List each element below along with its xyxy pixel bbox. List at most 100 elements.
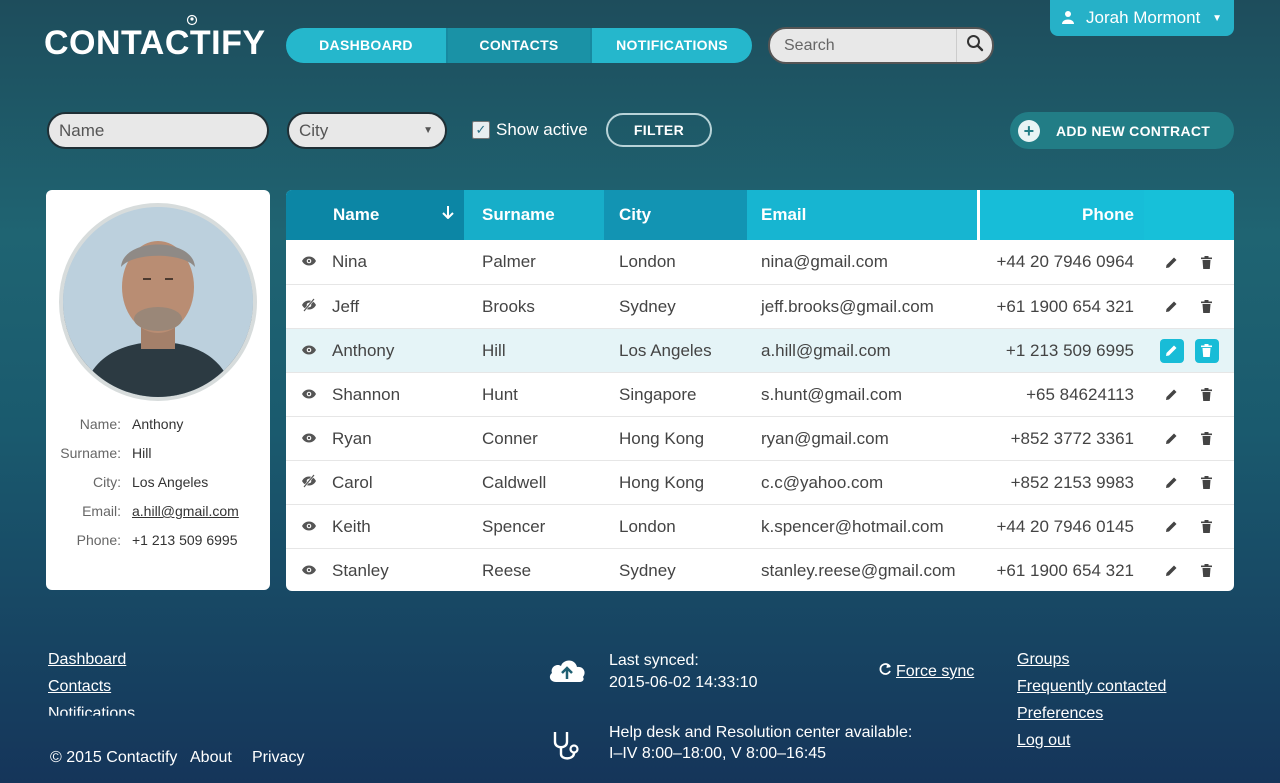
cell-phone: +65 84624113	[1026, 384, 1134, 404]
edit-pencil-icon[interactable]	[1159, 338, 1184, 363]
cell-phone: +44 20 7946 0145	[996, 516, 1134, 536]
search-input[interactable]	[770, 29, 956, 62]
force-sync-label: Force sync	[896, 662, 975, 680]
delete-trash-icon[interactable]	[1194, 338, 1219, 363]
cell-name: Shannon	[332, 384, 401, 404]
delete-trash-icon[interactable]	[1195, 427, 1219, 451]
search-box	[768, 27, 994, 64]
nav-tab-dashboard[interactable]: DASHBOARD	[286, 28, 446, 63]
contacts-table: Name Surname City Email Phone Nina Palmer…	[286, 190, 1234, 591]
table-row[interactable]: Shannon Hunt Singapore s.hunt@gmail.com +65 …	[286, 372, 1234, 416]
last-synced-label: Last synced:	[609, 652, 699, 669]
footer-link-log-out[interactable]: Log out	[1017, 732, 1070, 750]
eye-icon[interactable]	[286, 254, 332, 270]
cell-city: London	[619, 516, 676, 536]
eye-icon[interactable]	[286, 387, 332, 403]
eye-slash-icon[interactable]	[286, 474, 332, 491]
footer-link-notifications[interactable]: Notifications	[48, 705, 135, 716]
add-new-contact-label: ADD NEW CONTRACT	[1056, 122, 1211, 139]
table-row[interactable]: Nina Palmer London nina@gmail.com +44 20 794…	[286, 240, 1234, 284]
table-row[interactable]: Jeff Brooks Sydney jeff.brooks@gmail.com +61…	[286, 284, 1234, 328]
table-header: Name Surname City Email Phone	[286, 190, 1234, 240]
footer-link-groups[interactable]: Groups	[1017, 651, 1069, 669]
cell-email: s.hunt@gmail.com	[761, 384, 903, 404]
edit-pencil-icon[interactable]	[1160, 471, 1184, 495]
footer-link-preferences[interactable]: Preferences	[1017, 705, 1103, 723]
eye-icon[interactable]	[286, 519, 332, 535]
edit-pencil-icon[interactable]	[1160, 515, 1184, 539]
edit-pencil-icon[interactable]	[1160, 559, 1184, 583]
contact-city-label: City:	[93, 474, 121, 490]
copyright: © 2015 Contactify	[50, 749, 178, 766]
force-sync-link[interactable]: Force sync	[878, 662, 974, 681]
cell-phone: +61 1900 654 321	[996, 296, 1134, 316]
cell-email: ryan@gmail.com	[761, 428, 889, 448]
row-actions	[1144, 338, 1234, 363]
edit-pencil-icon[interactable]	[1160, 295, 1184, 319]
table-row[interactable]: Anthony Hill Los Angeles a.hill@gmail.com +1…	[286, 328, 1234, 372]
stethoscope-icon	[550, 730, 580, 767]
cell-surname: Caldwell	[482, 472, 547, 492]
delete-trash-icon[interactable]	[1195, 250, 1219, 274]
column-header-city[interactable]: City	[604, 190, 747, 240]
cell-city: Singapore	[619, 384, 697, 404]
delete-trash-icon[interactable]	[1195, 383, 1219, 407]
footer-link-privacy[interactable]: Privacy	[252, 749, 304, 767]
table-row[interactable]: Keith Spencer London k.spencer@hotmail.com +…	[286, 504, 1234, 548]
filter-city-select[interactable]: City ▼	[287, 112, 447, 149]
contact-email-label: Email:	[82, 503, 121, 519]
user-menu[interactable]: Jorah Mormont ▼	[1050, 0, 1234, 36]
column-header-phone[interactable]: Phone	[977, 190, 1144, 240]
table-row[interactable]: Carol Caldwell Hong Kong c.c@yahoo.com +852 …	[286, 460, 1234, 504]
row-actions	[1144, 515, 1234, 539]
eye-icon[interactable]	[286, 343, 332, 359]
footer-link-frequently-contacted[interactable]: Frequently contacted	[1017, 678, 1166, 696]
footer-link-about[interactable]: About	[190, 749, 232, 767]
contact-phone-row: Phone: +1 213 509 6995	[46, 532, 270, 548]
table-row[interactable]: Stanley Reese Sydney stanley.reese@gmail.co…	[286, 548, 1234, 591]
delete-trash-icon[interactable]	[1195, 295, 1219, 319]
eye-slash-icon[interactable]	[286, 298, 332, 315]
contact-city-value: Los Angeles	[132, 474, 209, 490]
cell-surname: Conner	[482, 428, 538, 448]
nav-tab-notifications[interactable]: NOTIFICATIONS	[592, 28, 752, 63]
edit-pencil-icon[interactable]	[1160, 427, 1184, 451]
cell-name: Jeff	[332, 296, 360, 316]
filter-name-input[interactable]	[49, 114, 267, 147]
cell-email: nina@gmail.com	[761, 252, 888, 271]
logo[interactable]: CONTACTIFY	[44, 24, 266, 63]
availability-line-2: I–IV 8:00–18:00, V 8:00–16:45	[609, 745, 827, 762]
add-new-contact-button[interactable]: + ADD NEW CONTRACT	[1010, 112, 1234, 149]
contact-email-link[interactable]: a.hill@gmail.com	[132, 503, 239, 519]
eye-icon[interactable]	[286, 563, 332, 579]
logo-mark-icon	[186, 14, 198, 28]
show-active-checkbox[interactable]: ✓	[472, 121, 490, 139]
show-active-label: Show active	[496, 120, 588, 139]
filter-button[interactable]: FILTER	[606, 113, 712, 147]
nav-tab-contacts[interactable]: CONTACTS	[446, 28, 592, 63]
filter-show-active[interactable]: ✓ Show active	[472, 120, 588, 140]
table-row[interactable]: Ryan Conner Hong Kong ryan@gmail.com +852 37…	[286, 416, 1234, 460]
column-header-email[interactable]: Email	[747, 190, 977, 240]
cell-name: Ryan	[332, 428, 372, 448]
edit-pencil-icon[interactable]	[1160, 250, 1184, 274]
row-actions	[1144, 427, 1234, 451]
contact-name-row: Name: Anthony	[46, 416, 270, 432]
search-icon	[966, 34, 984, 57]
cell-email: a.hill@gmail.com	[761, 340, 891, 360]
column-header-surname[interactable]: Surname	[464, 190, 604, 240]
cell-email: jeff.brooks@gmail.com	[761, 296, 934, 316]
edit-pencil-icon[interactable]	[1160, 383, 1184, 407]
eye-icon[interactable]	[286, 431, 332, 447]
delete-trash-icon[interactable]	[1195, 471, 1219, 495]
cell-name: Anthony	[332, 340, 395, 360]
footer-link-dashboard[interactable]: Dashboard	[48, 651, 126, 669]
delete-trash-icon[interactable]	[1195, 559, 1219, 583]
search-button[interactable]	[956, 29, 992, 62]
delete-trash-icon[interactable]	[1195, 515, 1219, 539]
cell-name: Keith	[332, 516, 371, 536]
cell-surname: Hill	[482, 340, 506, 360]
footer-link-contacts[interactable]: Contacts	[48, 678, 111, 696]
cell-city: Hong Kong	[619, 428, 705, 448]
column-header-name[interactable]: Name	[286, 190, 464, 240]
